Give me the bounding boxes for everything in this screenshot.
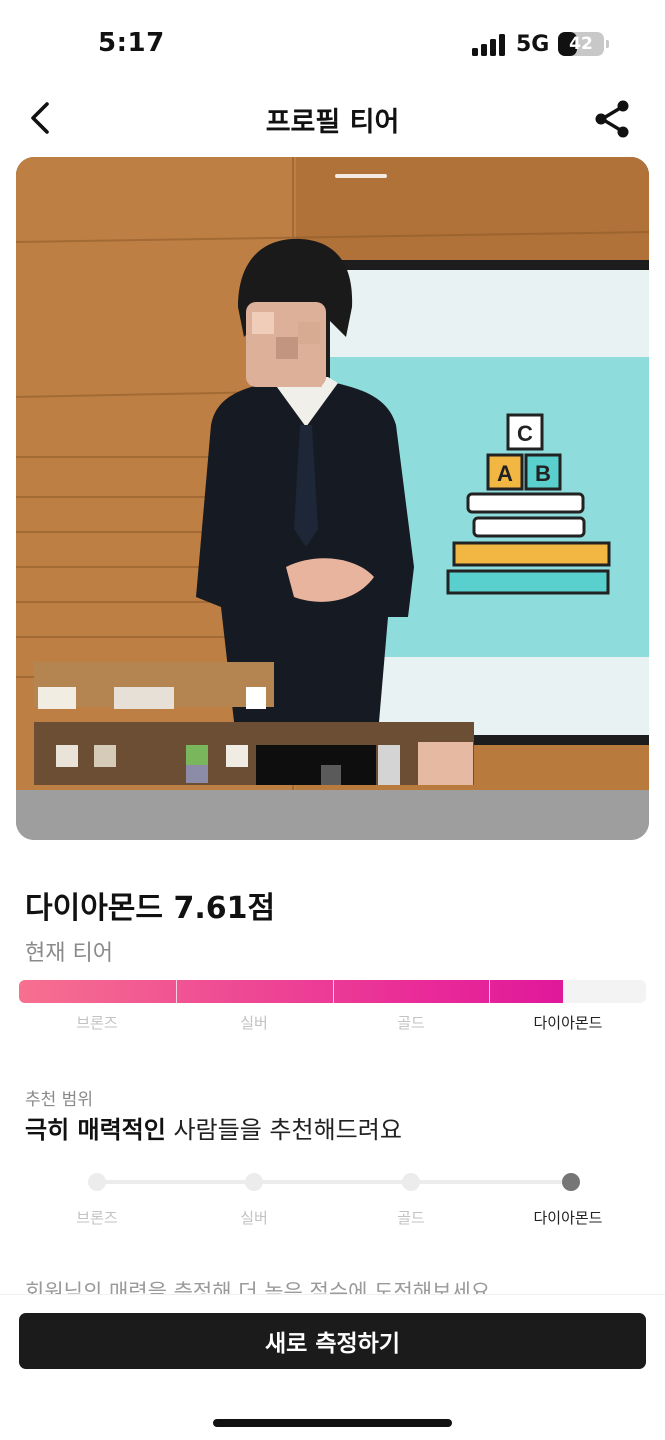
range-track [97, 1180, 572, 1184]
battery-level: 42 [569, 34, 593, 54]
share-icon [595, 100, 629, 138]
remeasure-button[interactable]: 새로 측정하기 [19, 1313, 646, 1369]
svg-text:A: A [497, 461, 513, 486]
range-text: 극히 매력적인 사람들을 추천해드려요 [25, 1110, 402, 1145]
page-title: 프로필 티어 [265, 107, 400, 138]
range-dot-bronze [88, 1173, 106, 1191]
network-type: 5G [516, 32, 550, 57]
tier-divider [489, 980, 490, 1003]
header: 프로필 티어 [0, 90, 665, 150]
tier-progress-fill [19, 980, 563, 1003]
range-text-bold: 극히 매력적인 [25, 1116, 166, 1144]
tier-divider [176, 980, 177, 1003]
tier-divider [333, 980, 334, 1003]
range-label-silver: 실버 [240, 1209, 268, 1227]
tier-label-diamond: 다이아몬드 [533, 1014, 603, 1032]
svg-text:B: B [535, 461, 551, 486]
battery-nub [606, 40, 609, 48]
status-time: 5:17 [98, 28, 165, 58]
tier-progress-bar [19, 980, 646, 1003]
tier-score: 다이아몬드 7.61점 [25, 891, 276, 926]
range-dot-gold [402, 1173, 420, 1191]
tier-label-gold: 골드 [397, 1014, 425, 1032]
battery-icon: 42 [558, 32, 604, 56]
tier-label-silver: 실버 [240, 1014, 268, 1032]
range-dot-diamond [562, 1173, 580, 1191]
tier-label-bronze: 브론즈 [76, 1014, 118, 1032]
share-button[interactable] [588, 96, 636, 142]
range-caption: 추천 범위 [25, 1090, 93, 1110]
range-label-bronze: 브론즈 [76, 1209, 118, 1227]
home-indicator[interactable] [213, 1419, 452, 1427]
range-text-rest: 사람들을 추천해드려요 [165, 1116, 402, 1144]
profile-photo: C A B [16, 157, 649, 840]
drag-handle[interactable] [335, 174, 387, 178]
tier-caption: 현재 티어 [25, 941, 113, 966]
signal-icon [472, 34, 508, 56]
status-bar: 5:17 5G 42 [0, 0, 665, 90]
svg-text:C: C [517, 421, 533, 446]
range-label-gold: 골드 [397, 1209, 425, 1227]
range-dot-silver [245, 1173, 263, 1191]
profile-photo-card[interactable]: C A B [16, 157, 649, 840]
profile-tier-screen: 5:17 5G 42 프로필 티어 C A B 다이아몬드 7.61점 현재 티… [0, 0, 665, 1440]
range-label-diamond: 다이아몬드 [533, 1209, 603, 1227]
